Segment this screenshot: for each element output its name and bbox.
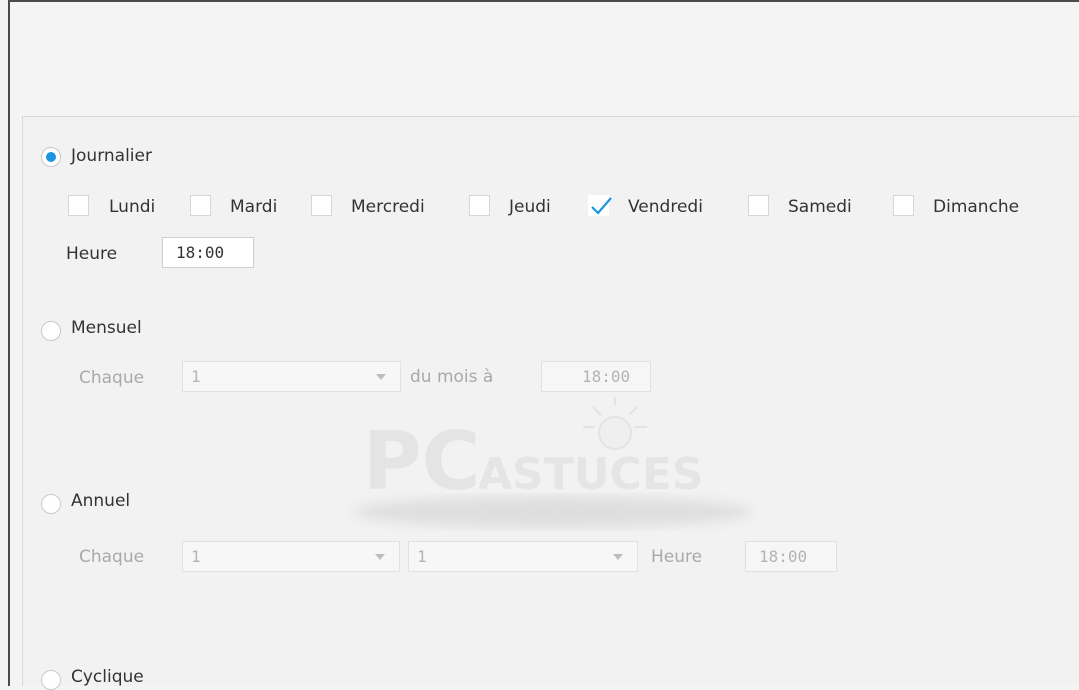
checkbox-samedi[interactable] [748,195,769,216]
yearly-time-label: Heure [651,547,703,567]
day-label-lundi: Lundi [109,197,156,217]
monthly-every-label: Chaque [79,368,145,388]
checkbox-mercredi[interactable] [311,195,332,216]
dialog-header [10,2,1079,116]
dialog-frame: Journalier Lundi Mardi Mercredi Jeudi Ve… [8,0,1079,690]
monthly-time-input[interactable]: 18:00 [541,361,651,392]
day-label-dimanche: Dimanche [933,197,1020,217]
checkbox-dimanche[interactable] [893,195,914,216]
radio-monthly[interactable] [41,321,61,341]
checkbox-mardi[interactable] [190,195,211,216]
dropdown-arrow-icon [613,554,623,560]
checkmark-icon [591,197,612,215]
radio-cyclic[interactable] [41,670,61,690]
checkbox-jeudi[interactable] [469,195,490,216]
svg-text:ASTUCES: ASTUCES [478,449,704,500]
radio-daily[interactable] [41,147,61,167]
cyclic-label: Cyclique [71,667,144,687]
yearly-time-input[interactable]: 18:00 [745,541,837,572]
pcastuces-logo-watermark: PC ASTUCES [353,397,753,528]
monthly-of-month-label: du mois à [410,367,494,387]
day-label-mercredi: Mercredi [351,197,425,217]
monthly-day-value: 1 [191,367,201,386]
monthly-day-select[interactable]: 1 [182,361,401,392]
yearly-label: Annuel [71,491,131,511]
daily-time-input[interactable]: 18:00 [162,237,254,268]
daily-label: Journalier [71,146,152,166]
watermark-text: PC [363,415,480,508]
schedule-panel: Journalier Lundi Mardi Mercredi Jeudi Ve… [22,116,1079,690]
yearly-day-select[interactable]: 1 [182,541,400,572]
yearly-every-label: Chaque [79,547,145,567]
day-label-mardi: Mardi [230,197,278,217]
yearly-month-value: 1 [417,547,427,566]
daily-time-label: Heure [66,244,118,264]
day-label-jeudi: Jeudi [509,197,551,217]
yearly-day-value: 1 [191,547,201,566]
checkbox-lundi[interactable] [68,195,89,216]
dropdown-arrow-icon [376,374,386,380]
yearly-month-select[interactable]: 1 [408,541,638,572]
radio-yearly[interactable] [41,494,61,514]
checkbox-vendredi[interactable] [588,195,612,216]
dropdown-arrow-icon [375,554,385,560]
monthly-label: Mensuel [71,318,142,338]
day-label-vendredi: Vendredi [628,197,703,217]
day-label-samedi: Samedi [788,197,852,217]
